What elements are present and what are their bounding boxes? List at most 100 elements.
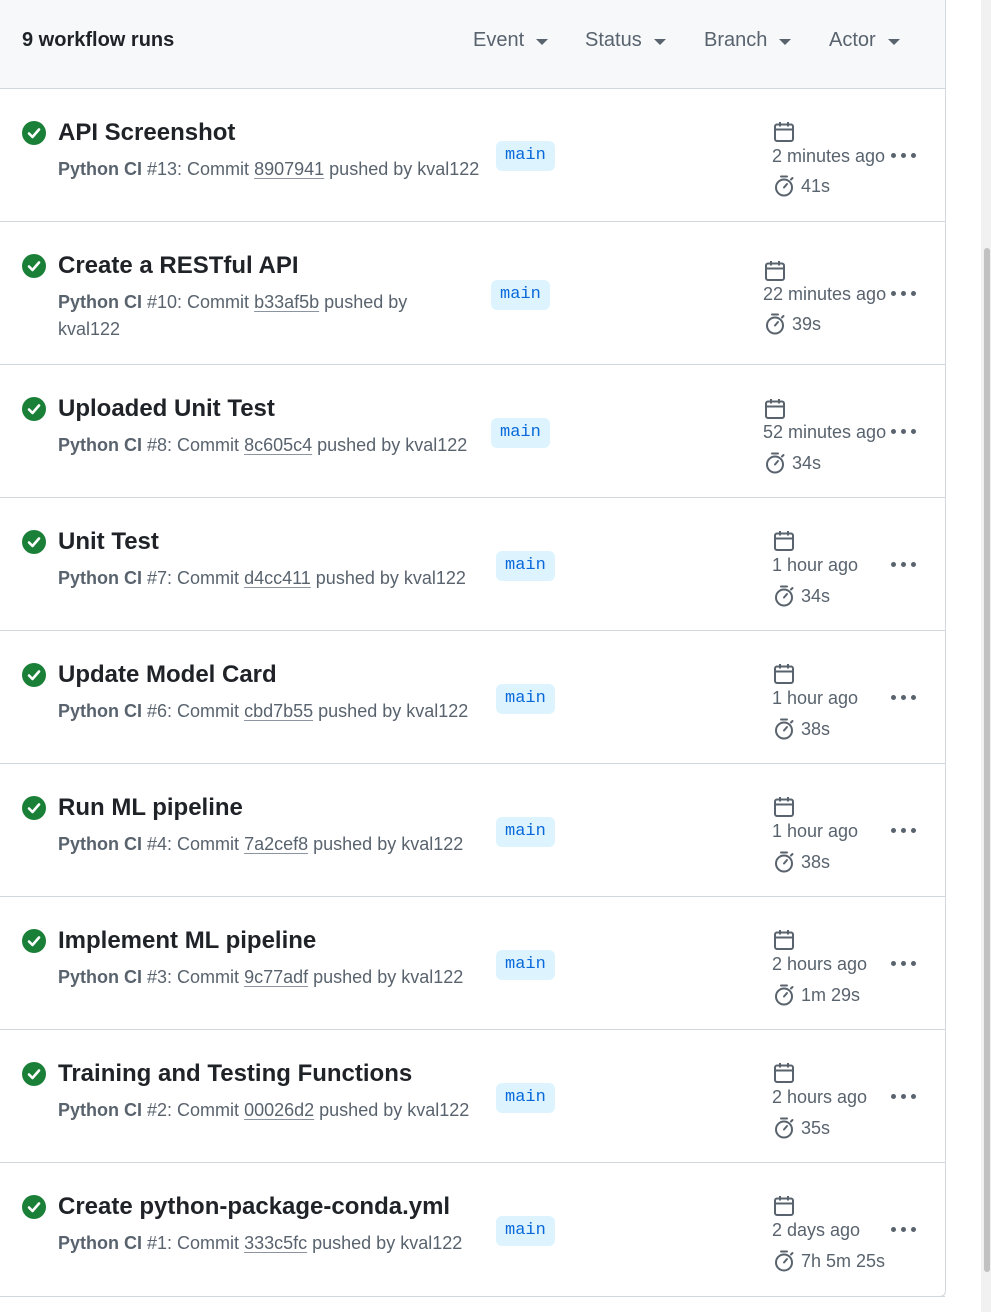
- stopwatch-icon: [772, 1249, 796, 1278]
- workflow-name: Python CI: [58, 159, 142, 179]
- more-actions-kebab-icon[interactable]: [889, 145, 919, 165]
- stopwatch-icon: [772, 850, 796, 879]
- success-check-icon: [22, 663, 46, 687]
- run-title-link[interactable]: Uploaded Unit Test: [58, 395, 275, 423]
- more-actions-kebab-icon[interactable]: [889, 421, 919, 441]
- commit-sha-link[interactable]: cbd7b55: [244, 701, 313, 721]
- branch-label[interactable]: main: [491, 280, 550, 310]
- caret-down-icon: [887, 38, 900, 45]
- workflow-name: Python CI: [58, 967, 142, 987]
- run-meta: Python CI #2: Commit 00026d2 pushed by k…: [58, 1097, 488, 1124]
- run-duration: 38s: [801, 852, 831, 872]
- success-check-icon: [22, 1062, 46, 1086]
- calendar-icon: [772, 1061, 796, 1090]
- branch-label[interactable]: main: [496, 1083, 555, 1113]
- more-actions-kebab-icon[interactable]: [889, 554, 919, 574]
- success-check-icon: [22, 397, 46, 421]
- success-check-icon: [22, 929, 46, 953]
- run-title-link[interactable]: Unit Test: [58, 528, 159, 556]
- branch-label[interactable]: main: [496, 950, 555, 980]
- run-number-text: #6: Commit: [147, 701, 240, 721]
- commit-sha-link[interactable]: 333c5fc: [244, 1233, 307, 1253]
- run-timestamp: 2 hours ago: [772, 1087, 868, 1107]
- workflow-name: Python CI: [58, 701, 142, 721]
- run-number-text: #3: Commit: [147, 967, 240, 987]
- run-title-link[interactable]: Training and Testing Functions: [58, 1060, 412, 1088]
- run-title-link[interactable]: API Screenshot: [58, 119, 235, 147]
- stopwatch-icon: [772, 174, 796, 203]
- more-actions-kebab-icon[interactable]: [889, 687, 919, 707]
- more-actions-kebab-icon[interactable]: [889, 1219, 919, 1239]
- commit-sha-link[interactable]: b33af5b: [254, 292, 319, 312]
- pushed-by-text: pushed by kval122: [318, 701, 469, 721]
- branch-label[interactable]: main: [496, 551, 555, 581]
- actor-filter-label: Actor: [829, 29, 876, 51]
- actor-filter-dropdown[interactable]: Actor: [829, 29, 900, 52]
- run-timestamp: 1 hour ago: [772, 555, 859, 575]
- workflow-name: Python CI: [58, 1100, 142, 1120]
- branch-label[interactable]: main: [491, 418, 550, 448]
- pushed-by-text: pushed by kval122: [317, 435, 468, 455]
- scrollbar-thumb[interactable]: [984, 248, 990, 1272]
- pushed-by-text: pushed by kval122: [315, 568, 466, 588]
- workflow-name: Python CI: [58, 834, 142, 854]
- pushed-by-text: pushed by kval122: [312, 1233, 463, 1253]
- event-filter-label: Event: [473, 29, 525, 51]
- workflow-name: Python CI: [58, 435, 142, 455]
- pushed-by-text: pushed by kval122: [319, 1100, 470, 1120]
- run-duration: 7h 5m 25s: [801, 1251, 886, 1271]
- calendar-icon: [772, 120, 796, 149]
- caret-down-icon: [779, 38, 792, 45]
- run-timestamp: 52 minutes ago: [763, 422, 887, 442]
- calendar-icon: [772, 928, 796, 957]
- workflow-name: Python CI: [58, 1233, 142, 1253]
- more-actions-kebab-icon[interactable]: [889, 820, 919, 840]
- workflow-name: Python CI: [58, 568, 142, 588]
- branch-filter-label: Branch: [704, 29, 768, 51]
- run-title-link[interactable]: Implement ML pipeline: [58, 927, 316, 955]
- run-duration: 34s: [801, 586, 831, 606]
- run-meta: Python CI #7: Commit d4cc411 pushed by k…: [58, 565, 488, 592]
- run-duration: 41s: [801, 176, 831, 196]
- run-title-link[interactable]: Update Model Card: [58, 661, 277, 689]
- pushed-by-text: pushed by: [324, 292, 408, 312]
- run-title-link[interactable]: Create a RESTful API: [58, 252, 299, 280]
- commit-sha-link[interactable]: 7a2cef8: [244, 834, 308, 854]
- more-actions-kebab-icon[interactable]: [889, 283, 919, 303]
- status-filter-dropdown[interactable]: Status: [585, 29, 666, 52]
- commit-sha-link[interactable]: 8c605c4: [244, 435, 312, 455]
- calendar-icon: [772, 529, 796, 558]
- stopwatch-icon: [772, 717, 796, 746]
- run-number-text: #4: Commit: [147, 834, 240, 854]
- stopwatch-icon: [772, 983, 796, 1012]
- event-filter-dropdown[interactable]: Event: [473, 29, 549, 52]
- run-timestamp: 2 minutes ago: [772, 146, 886, 166]
- commit-sha-link[interactable]: 9c77adf: [244, 967, 308, 987]
- branch-label[interactable]: main: [496, 817, 555, 847]
- pushed-by-text: pushed by kval122: [313, 834, 464, 854]
- commit-sha-link[interactable]: 00026d2: [244, 1100, 314, 1120]
- run-meta: Python CI #10: Commit b33af5b pushed by k…: [58, 289, 438, 343]
- run-title-link[interactable]: Run ML pipeline: [58, 794, 243, 822]
- run-timestamp: 2 hours ago: [772, 954, 868, 974]
- run-number-text: #10: Commit: [147, 292, 250, 312]
- branch-label[interactable]: main: [496, 141, 555, 171]
- run-duration: 34s: [792, 453, 822, 473]
- run-number-text: #13: Commit: [147, 159, 250, 179]
- run-timestamp: 2 days ago: [772, 1220, 861, 1240]
- stopwatch-icon: [763, 451, 787, 480]
- branch-filter-dropdown[interactable]: Branch: [704, 29, 792, 52]
- branch-label[interactable]: main: [496, 684, 555, 714]
- success-check-icon: [22, 1195, 46, 1219]
- commit-sha-link[interactable]: d4cc411: [244, 568, 311, 588]
- commit-sha-link[interactable]: 8907941: [254, 159, 324, 179]
- caret-down-icon: [653, 38, 666, 45]
- run-duration: 35s: [801, 1118, 831, 1138]
- more-actions-kebab-icon[interactable]: [889, 1086, 919, 1106]
- run-title-link[interactable]: Create python-package-conda.yml: [58, 1193, 450, 1221]
- run-meta: Python CI #4: Commit 7a2cef8 pushed by k…: [58, 831, 488, 858]
- run-duration: 1m 29s: [801, 985, 861, 1005]
- more-actions-kebab-icon[interactable]: [889, 953, 919, 973]
- workflow-runs-panel: 9 workflow runs Event Status Branch Acto…: [0, 0, 946, 1297]
- branch-label[interactable]: main: [496, 1216, 555, 1246]
